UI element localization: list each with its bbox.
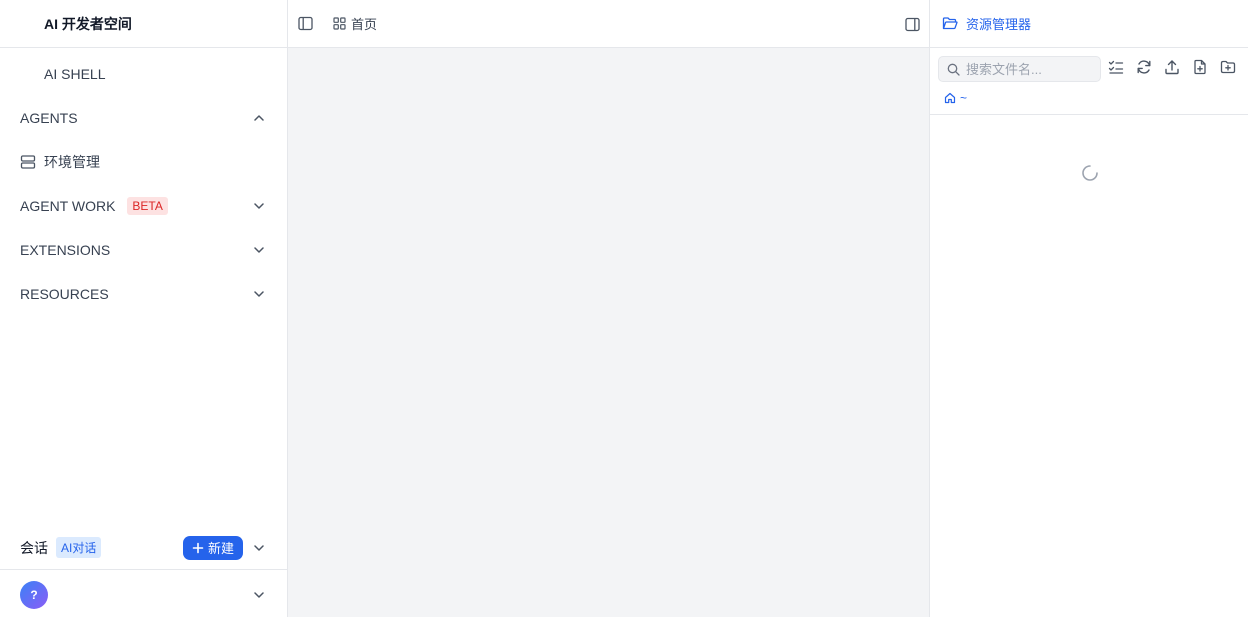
refresh-icon[interactable]: [1136, 59, 1152, 75]
divider: [930, 114, 1248, 115]
sidebar-item-resources[interactable]: RESOURCES: [0, 272, 287, 316]
chevron-down-icon: [251, 242, 267, 258]
tab-home[interactable]: 首页: [333, 14, 377, 33]
sidebar: AI 开发者空间 AI SHELL AGENTS 环境管理 AGENT WORK…: [0, 0, 288, 617]
sidebar-item-label: AGENTS: [20, 110, 78, 126]
sidebar-item-env-management[interactable]: 环境管理: [0, 140, 287, 184]
chevron-down-icon: [251, 286, 267, 302]
avatar[interactable]: ?: [20, 580, 48, 609]
folder-open-icon: [942, 16, 958, 31]
home-icon[interactable]: [944, 92, 956, 104]
upload-icon[interactable]: [1164, 59, 1180, 75]
beta-badge: BETA: [127, 197, 168, 215]
brand-title: AI 开发者空间: [0, 0, 287, 48]
chevron-down-icon[interactable]: [251, 540, 267, 556]
plus-icon: [192, 542, 204, 553]
user-menu[interactable]: ?: [0, 572, 287, 617]
sidebar-item-agents[interactable]: AGENTS: [0, 96, 287, 140]
server-icon: [20, 154, 36, 170]
new-folder-icon[interactable]: [1220, 59, 1236, 75]
explorer-toolbar: [1108, 59, 1236, 75]
sidebar-item-extensions[interactable]: EXTENSIONS: [0, 228, 287, 272]
sidebar-item-label: EXTENSIONS: [20, 242, 111, 258]
session-label: 会话: [20, 539, 48, 556]
new-session-button[interactable]: 新建: [182, 535, 243, 560]
current-path[interactable]: ~: [960, 91, 967, 105]
file-search: [938, 56, 1101, 82]
chevron-up-icon: [251, 110, 267, 126]
sidebar-item-label: 环境管理: [44, 154, 100, 170]
chevron-down-icon: [251, 198, 267, 214]
sidebar-item-label: AGENT WORK: [20, 198, 116, 214]
explorer-title: 资源管理器: [966, 17, 1032, 32]
breadcrumb: ~: [944, 90, 967, 106]
main-content: 首页: [288, 0, 929, 617]
multi-select-icon[interactable]: [1108, 59, 1124, 75]
sidebar-item-agent-work[interactable]: AGENT WORK BETA: [0, 184, 287, 228]
ai-chat-badge: AI对话: [56, 537, 102, 558]
sidebar-item-label: AI SHELL: [44, 66, 106, 82]
resource-explorer: 资源管理器 ~: [929, 0, 1248, 617]
toggle-explorer-icon[interactable]: [904, 16, 920, 32]
sidebar-item-label: RESOURCES: [20, 286, 109, 302]
search-icon: [947, 63, 960, 76]
explorer-header: 资源管理器: [930, 0, 1248, 48]
loading-spinner-icon: [1081, 164, 1099, 182]
toggle-sidebar-icon[interactable]: [297, 16, 313, 32]
grid-icon: [333, 17, 346, 30]
main-header: 首页: [288, 0, 929, 48]
session-section: 会话 AI对话 新建: [0, 526, 287, 570]
chevron-down-icon[interactable]: [251, 587, 267, 603]
new-session-label: 新建: [207, 541, 234, 556]
tab-home-label: 首页: [351, 17, 378, 32]
new-file-icon[interactable]: [1192, 59, 1208, 75]
search-input[interactable]: [966, 61, 1096, 77]
sidebar-item-ai-shell[interactable]: AI SHELL: [0, 52, 287, 96]
